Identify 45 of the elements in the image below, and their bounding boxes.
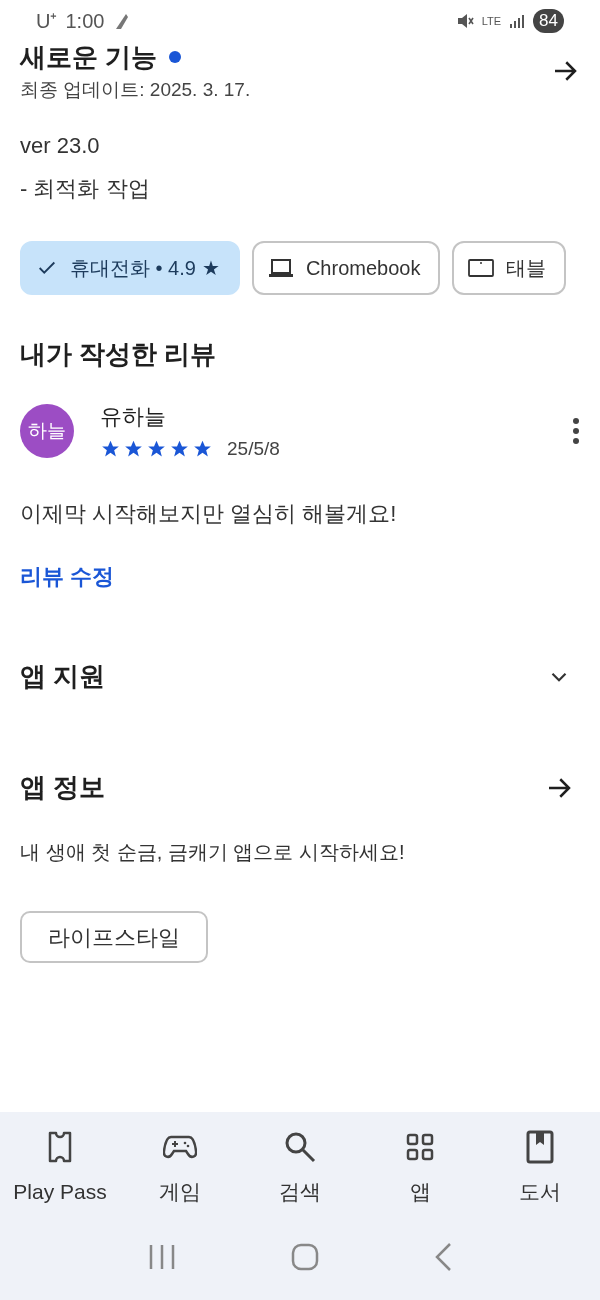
- section-heading: 앱 지원: [20, 660, 107, 693]
- home-icon[interactable]: [291, 1242, 319, 1271]
- apps-icon: [406, 1133, 434, 1161]
- device-chip[interactable]: Chromebook: [251, 240, 441, 295]
- mute-icon: [455, 12, 474, 30]
- nav-tab[interactable]: 도서: [484, 1128, 596, 1208]
- recent-apps-icon[interactable]: [147, 1243, 176, 1270]
- star-icon: [100, 438, 121, 459]
- nav-tab[interactable]: 게임: [124, 1128, 236, 1208]
- section-title: 새로운 기능: [20, 42, 158, 72]
- update-date: 최종 업데이트: 2025. 3. 17.: [20, 78, 252, 102]
- gamepad-icon: [163, 1133, 197, 1161]
- version-text: ver 23.0: [19, 131, 101, 160]
- star-icon: ★: [201, 256, 220, 279]
- star-icon: [169, 438, 190, 459]
- clock: 1:00: [65, 9, 105, 34]
- laptop-icon: [267, 256, 294, 279]
- app-description: 내 생애 첫 순금, 금캐기 앱으로 시작하세요!: [19, 840, 406, 865]
- back-icon[interactable]: [434, 1241, 453, 1272]
- ticket-icon: [47, 1130, 73, 1164]
- edit-review-link[interactable]: 리뷰 수정: [20, 564, 115, 589]
- category-chip[interactable]: 라이프스타일: [20, 911, 208, 963]
- section-heading: 내가 작성한 리뷰: [19, 337, 218, 371]
- search-icon: [284, 1131, 316, 1163]
- more-icon[interactable]: [572, 417, 580, 446]
- nav-tab[interactable]: 검색: [244, 1128, 356, 1208]
- star-icon: [146, 438, 167, 459]
- device-chip[interactable]: 태블: [452, 240, 567, 295]
- reviewer-name: 유하늘: [100, 402, 167, 431]
- battery-level: 84: [533, 9, 564, 33]
- nav-tab[interactable]: 앱: [364, 1128, 476, 1208]
- network-label: LTE: [481, 15, 502, 27]
- release-notes: - 최적화 작업: [19, 174, 151, 203]
- avatar: 하늘: [20, 404, 74, 459]
- review-date: 25/5/8: [227, 436, 280, 461]
- device-chip[interactable]: 휴대전화 • 4.9 ★: [20, 240, 240, 295]
- star-icon: [123, 438, 144, 459]
- carrier: U⁺: [36, 9, 58, 34]
- star-icon: [192, 438, 213, 459]
- tablet-icon: [468, 257, 495, 278]
- nav-tab[interactable]: Play Pass: [4, 1128, 116, 1208]
- bookmark-book-icon: [526, 1130, 554, 1164]
- signal-icon: [509, 13, 526, 29]
- review-text: 이제막 시작해보지만 열심히 해볼게요!: [19, 500, 398, 528]
- section-heading: 앱 정보: [20, 771, 107, 804]
